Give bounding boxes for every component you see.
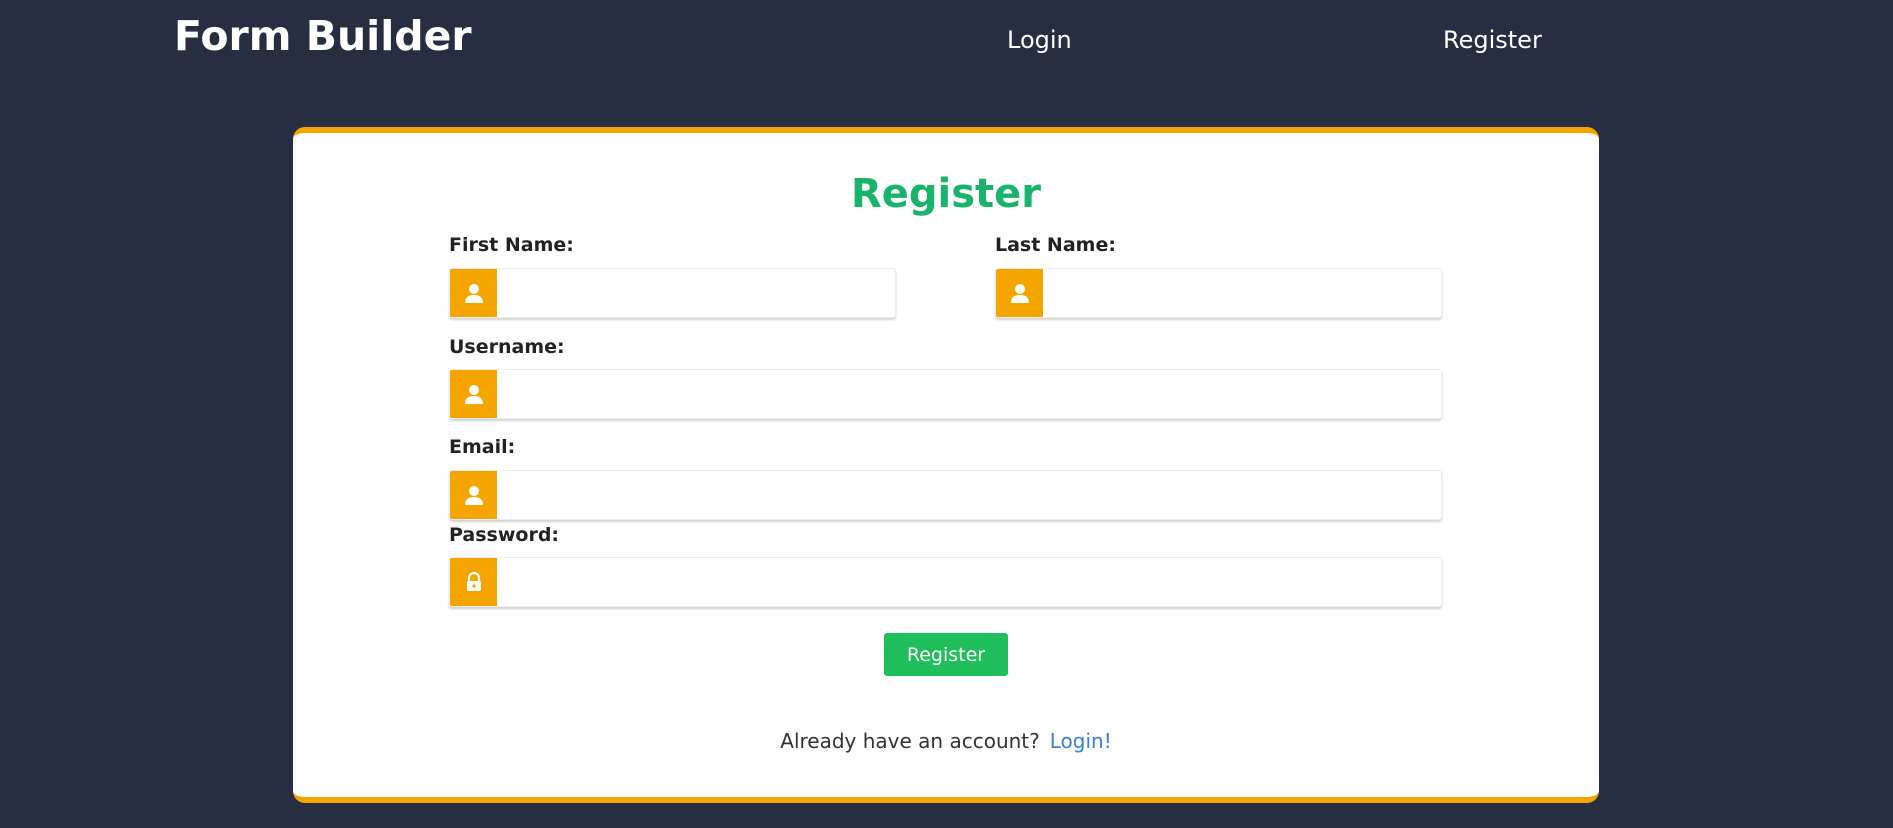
username-label: Username:: [449, 336, 565, 358]
user-icon: [450, 471, 497, 519]
email-label: Email:: [449, 436, 516, 458]
username-input[interactable]: [497, 370, 1441, 418]
nav-login-link[interactable]: Login: [1007, 26, 1072, 54]
form-title: Register: [850, 171, 1042, 217]
last-name-label: Last Name:: [995, 234, 1116, 256]
first-name-input[interactable]: [497, 269, 895, 317]
last-name-input[interactable]: [1043, 269, 1441, 317]
nav-register-link[interactable]: Register: [1443, 26, 1542, 54]
brand-title[interactable]: Form Builder: [174, 12, 472, 60]
login-link[interactable]: Login!: [1050, 729, 1112, 753]
user-icon: [996, 269, 1043, 317]
login-prompt: Already have an account? Login!: [293, 729, 1599, 753]
password-group: [449, 557, 1442, 607]
register-submit-button[interactable]: Register: [884, 633, 1008, 676]
username-group: [449, 369, 1442, 419]
user-icon: [450, 370, 497, 418]
email-input[interactable]: [497, 471, 1441, 519]
first-name-label: First Name:: [449, 234, 574, 256]
password-input[interactable]: [497, 558, 1441, 606]
last-name-group: [995, 268, 1442, 318]
first-name-group: [449, 268, 896, 318]
lock-icon: [450, 558, 497, 606]
user-icon: [450, 269, 497, 317]
password-label: Password:: [449, 524, 560, 546]
email-group: [449, 470, 1442, 520]
register-card: Register First Name: Last Name: Username…: [293, 127, 1599, 803]
login-prompt-text: Already have an account?: [780, 729, 1040, 753]
navbar: Form Builder Login Register: [0, 0, 1893, 80]
